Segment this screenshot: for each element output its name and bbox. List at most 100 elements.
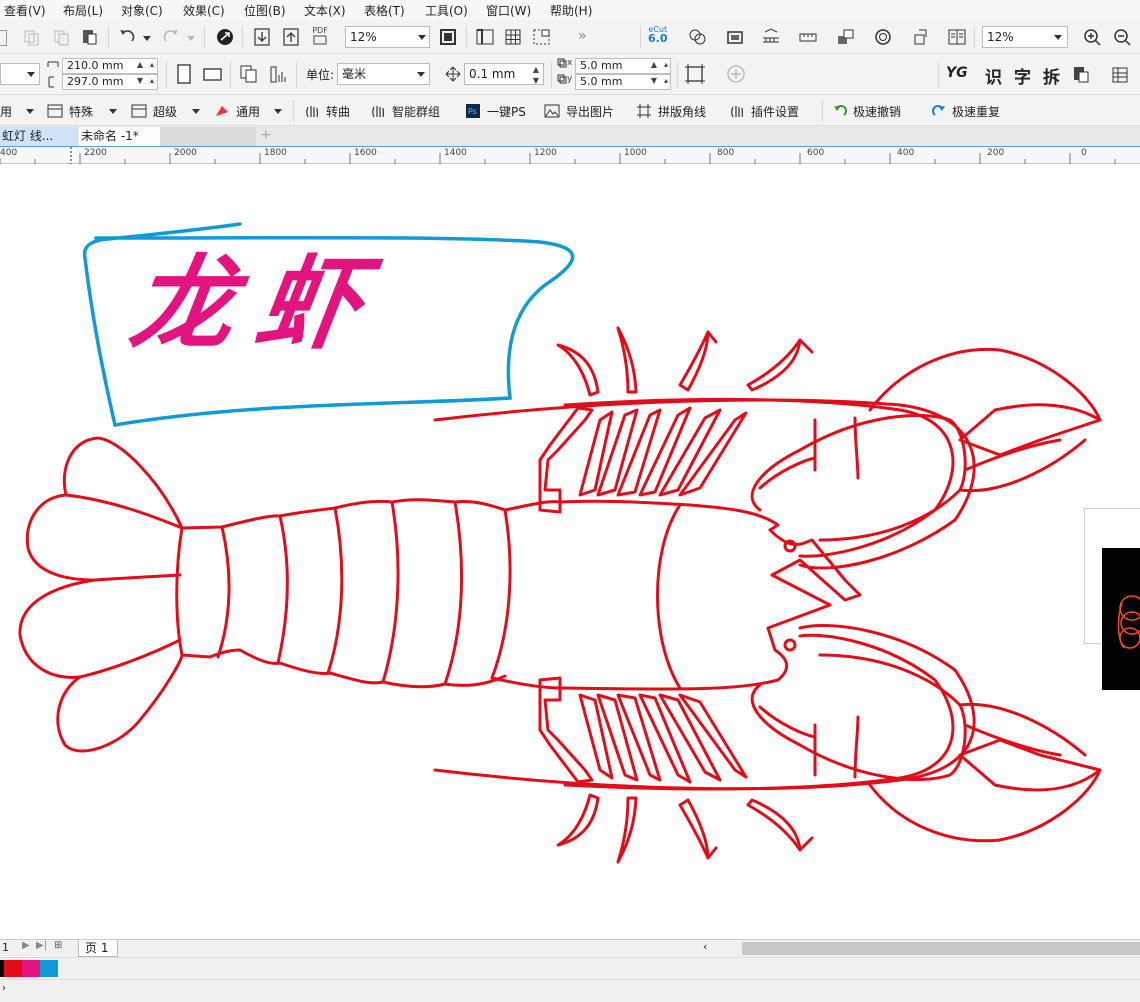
zoom-out-icon[interactable] [1112,27,1132,47]
smart-group-button[interactable]: 智能群组 [370,101,440,121]
export-image-button[interactable]: 导出图片 [544,101,614,121]
plugin-super-dropdown-icon[interactable] [192,109,200,114]
book-icon[interactable] [946,27,968,47]
menu-effects[interactable]: 效果(C) [183,2,225,19]
page-counter: 1 [2,941,9,954]
landscape-icon[interactable] [202,65,224,83]
undo-dropdown-icon[interactable] [143,36,151,41]
plugin-special[interactable]: 特殊 [47,101,93,121]
width-spin-up2-icon[interactable]: ▴ [145,59,159,70]
zoom-dropdown-icon[interactable] [418,35,426,40]
recognize-char-button[interactable]: 识 [985,63,1002,88]
horizontal-ruler[interactable]: 400 2200 2000 1800 1600 1400 1200 1000 8… [0,146,1140,164]
grid-icon[interactable] [503,27,523,47]
all-pages-icon[interactable] [238,63,260,85]
scroll-left-icon[interactable]: ‹ [703,940,707,953]
partial-icon[interactable] [0,30,7,46]
artwork-title[interactable]: 龙虾 [124,245,393,364]
swatch-magenta[interactable] [22,960,40,977]
menu-help[interactable]: 帮助(H) [550,2,592,19]
next-page-icon[interactable]: ▶ [22,940,30,951]
lifebuoy-icon[interactable] [872,27,894,47]
swatch-red[interactable] [4,960,22,977]
paste-special-icon[interactable] [1071,65,1091,85]
undo-icon[interactable] [117,27,137,47]
menu-table[interactable]: 表格(T) [364,2,405,19]
paste-icon[interactable] [80,28,98,46]
height-spin-up-icon[interactable]: ▴ [145,75,159,86]
nudge-spin-down-icon[interactable]: ▼ [529,75,543,86]
add-page-icon[interactable] [726,64,746,84]
menu-tools[interactable]: 工具(O) [425,2,468,19]
import-icon[interactable] [252,27,272,47]
export-image-label: 导出图片 [566,104,615,119]
measure-icon[interactable] [760,27,782,47]
yg-plugin-icon[interactable]: YG [946,65,968,81]
fast-undo-label: 极速撤销 [853,104,902,119]
menu-layout[interactable]: 布局(L) [63,2,103,19]
plugin-common[interactable]: 通用 [214,101,260,121]
plugin-super[interactable]: 超级 [131,101,177,121]
shapes-icon[interactable] [687,27,709,47]
plugin-general-0-dropdown-icon[interactable] [26,109,34,114]
redo-dropdown-icon[interactable] [187,36,195,41]
menu-window[interactable]: 窗口(W) [486,2,531,19]
ecut-plugin-icon[interactable]: eCut 6.0 [648,25,668,44]
last-page-icon[interactable]: ▶| [36,940,47,951]
unit-dropdown-icon[interactable] [417,72,425,77]
swatch-cyan[interactable] [40,960,58,977]
plugin-settings-button[interactable]: 插件设置 [729,101,799,121]
fast-redo-button[interactable]: 极速重复 [932,101,1000,121]
portrait-icon[interactable] [174,63,194,85]
publish-pdf-icon[interactable]: PDF [309,26,331,45]
drawing-canvas[interactable]: 龙虾 [0,164,1140,939]
char-button[interactable]: 字 [1014,63,1031,88]
arrange-icon[interactable] [835,27,857,47]
menu-bitmap[interactable]: 位图(B) [244,2,286,19]
plugin-common-dropdown-icon[interactable] [274,109,282,114]
tab-neon-line[interactable]: 虹灯 线... [0,127,78,146]
zoom-right-dropdown-icon[interactable] [1054,35,1062,40]
export-icon[interactable] [281,27,301,47]
page-tab[interactable]: 页 1 [78,940,118,957]
search-content-icon[interactable] [215,27,235,47]
unit-label: 单位: [306,68,335,82]
menu-view[interactable]: 查看(V) [4,2,46,19]
convert-curves-button[interactable]: 转曲 [304,101,350,121]
rulers-icon[interactable] [474,27,496,47]
copy-icon[interactable] [52,28,70,46]
page-size-dropdown-icon[interactable] [27,72,35,77]
blurred-tab [160,127,256,146]
overflow-chevron-icon[interactable]: » [578,28,587,44]
dup-x-icon: x [557,58,572,68]
add-page-icon-small[interactable]: ⊞ [54,940,62,951]
menu-bar: 查看(V) 布局(L) 对象(C) 效果(C) 位图(B) 文本(X) 表格(T… [0,0,1140,20]
imposition-marks-button[interactable]: 拼版角线 [636,101,706,121]
cut-icon[interactable] [22,28,40,46]
container-icon[interactable] [724,27,746,47]
tab-untitled[interactable]: 未命名 -1* [79,127,161,146]
new-tab-plus-icon[interactable]: + [260,127,272,143]
neon-preview-thumbnail[interactable] [1102,548,1140,690]
current-page-icon[interactable] [268,63,290,85]
split-char-button[interactable]: 拆 [1043,63,1060,88]
zoom-in-icon[interactable] [1082,27,1102,47]
menu-object[interactable]: 对象(C) [121,2,163,19]
plugin-general-0[interactable]: 用 [0,101,12,121]
menu-text[interactable]: 文本(X) [304,2,346,19]
fast-undo-button[interactable]: 极速撤销 [833,101,901,121]
snap-icon[interactable] [531,27,553,47]
plugin-special-dropdown-icon[interactable] [109,109,117,114]
layout-icon[interactable] [1110,65,1130,85]
status-bar: › [0,979,1140,1002]
one-click-ps-button[interactable]: Ps 一键PS [465,101,526,121]
ruler-tool-icon[interactable] [797,27,819,47]
bleed-frame-icon[interactable] [684,63,706,85]
redo-icon[interactable] [161,27,181,47]
dup-x-spin-up2-icon[interactable]: ▴ [659,59,673,70]
dup-y-spin-up-icon[interactable]: ▴ [659,75,673,86]
horizontal-scrollbar[interactable] [742,942,1140,955]
transform-icon[interactable] [910,27,932,47]
nudge-spin-up-icon[interactable]: ▲ [529,64,543,75]
full-screen-icon[interactable] [438,27,458,47]
